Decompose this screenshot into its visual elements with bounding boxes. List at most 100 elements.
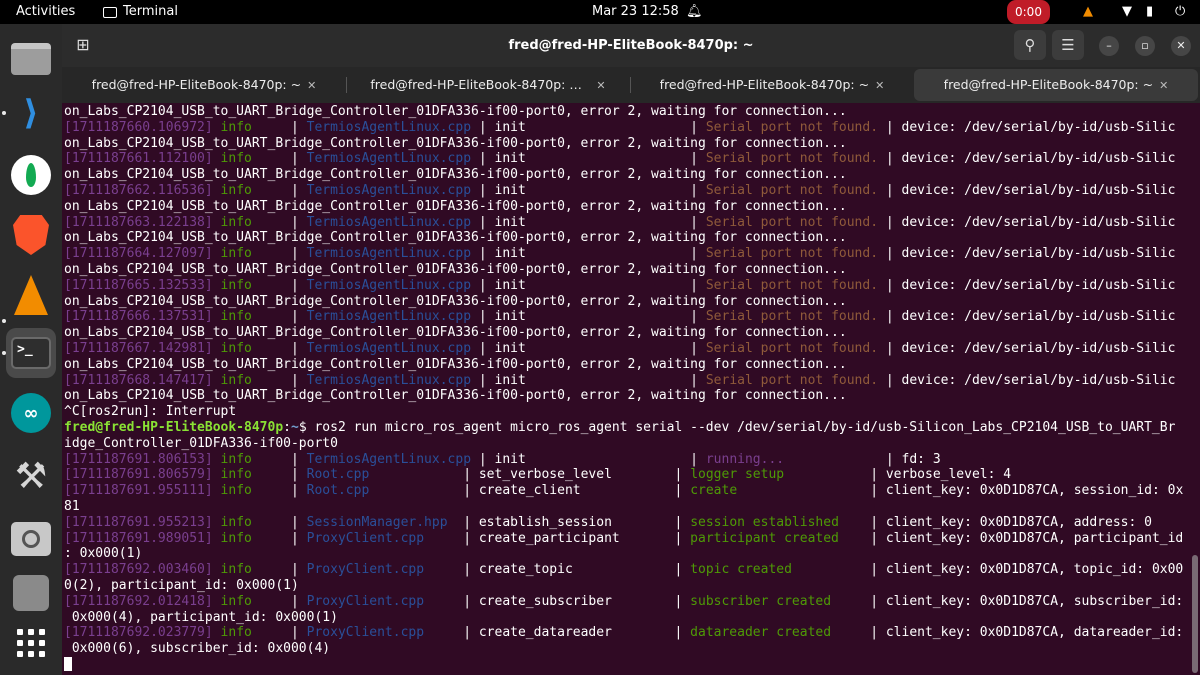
terminal-tab[interactable]: fred@fred-HP-EliteBook-8470p: ~ ✕ [630, 69, 914, 101]
terminal-line: [1711187691.989051] info | ProxyClient.c… [64, 531, 1192, 547]
wifi-icon[interactable]: ▼ [1122, 0, 1132, 24]
terminal-text: ^C[ros2run]: Interrupt [64, 404, 237, 420]
tab-close-icon[interactable]: ✕ [307, 70, 316, 101]
terminal-text: TermiosAgentLinux.cpp [306, 277, 472, 293]
terminal-text: ProxyClient.cpp [306, 593, 425, 609]
tab-label: fred@fred-HP-EliteBook-8470p: ~/r... [370, 77, 591, 92]
terminal-text: TermiosAgentLinux.cpp [306, 119, 472, 135]
terminal-tab[interactable]: fred@fred-HP-EliteBook-8470p: ~/r... ✕ [346, 69, 630, 101]
image-viewer-icon [11, 522, 51, 556]
tab-close-icon[interactable]: ✕ [596, 70, 605, 101]
terminal-text: info [220, 451, 252, 467]
running-indicator [2, 319, 6, 323]
scrollbar[interactable] [1192, 555, 1198, 673]
terminal-text: on_Labs_CP2104_USB_to_UART_Bridge_Contro… [64, 261, 847, 277]
terminal-text: info [220, 530, 252, 546]
terminal-tab[interactable]: fred@fred-HP-EliteBook-8470p: ~ ✕ [62, 69, 346, 101]
terminal-text: | [251, 372, 307, 388]
terminal-text: | device: /dev/serial/by-id/usb-Silic [878, 277, 1176, 293]
terminal-window: fred@fred-HP-EliteBook-8470p: ~ ⊞ ⚲ ☰ – … [62, 24, 1200, 675]
mongodb-dock-icon[interactable] [6, 150, 56, 200]
terminal-output[interactable]: on_Labs_CP2104_USB_to_UART_Bridge_Contro… [62, 103, 1200, 675]
terminal-text: info [220, 340, 252, 356]
files-dock-icon[interactable] [6, 34, 56, 84]
brave-icon [13, 215, 49, 255]
terminal-text: info [220, 151, 252, 167]
terminal-text: [1711187665.132533] [64, 277, 221, 293]
terminal-text: [1711187691.955111] [64, 483, 221, 499]
terminal-text: TermiosAgentLinux.cpp [306, 214, 472, 230]
show-apps-button[interactable] [6, 618, 56, 668]
tab-label: fred@fred-HP-EliteBook-8470p: ~ [659, 77, 870, 92]
terminal-text: TermiosAgentLinux.cpp [306, 246, 472, 262]
terminal-line: [1711187662.116536] info | TermiosAgentL… [64, 183, 1192, 199]
terminal-text: [1711187668.147417] [64, 372, 221, 388]
terminal-text: [1711187691.989051] [64, 530, 221, 546]
terminal-text: info [220, 593, 252, 609]
search-button[interactable]: ⚲ [1014, 30, 1046, 60]
terminal-tab-active[interactable]: fred@fred-HP-EliteBook-8470p: ~ ✕ [914, 69, 1198, 101]
activities-button[interactable]: Activities [16, 0, 75, 24]
terminal-lines: on_Labs_CP2104_USB_to_UART_Bridge_Contro… [64, 104, 1192, 673]
brave-dock-icon[interactable] [6, 210, 56, 260]
files-icon [11, 43, 51, 75]
terminal-text: info [220, 214, 252, 230]
search-icon: ⚲ [1024, 36, 1036, 54]
tab-label: fred@fred-HP-EliteBook-8470p: ~ [91, 77, 302, 92]
terminal-text: idge_Controller_01DFA336-if00-port0 [64, 435, 338, 451]
tab-close-icon[interactable]: ✕ [1159, 70, 1168, 101]
terminal-text: ProxyClient.cpp [306, 625, 425, 641]
terminal-line: 0x000(6), subscriber_id: 0x000(4) [64, 641, 1192, 657]
terminal-text: | create_subscriber | [424, 593, 691, 609]
clock[interactable]: Mar 23 12:58 [592, 0, 679, 24]
terminal-text: [1711187666.137531] [64, 309, 221, 325]
dock: ⟩ >_ ∞ ⚒ [0, 24, 62, 675]
terminal-text: Serial port not found. [705, 182, 879, 198]
terminal-text: | client_key: 0x0D1D87CA, topic_id: 0x00 [791, 562, 1184, 578]
tab-close-icon[interactable]: ✕ [875, 70, 884, 101]
terminal-text: info [220, 277, 252, 293]
terminal-line: [1711187692.023779] info | ProxyClient.c… [64, 625, 1192, 641]
terminal-text: | create_participant | [424, 530, 691, 546]
terminal-text: 0(2), participant_id: 0x000(1) [64, 577, 299, 593]
terminal-dock-icon[interactable]: >_ [6, 328, 56, 378]
terminal-text: info [220, 372, 252, 388]
terminal-text: | init | [471, 246, 706, 262]
power-icon[interactable]: ⏻ [1175, 0, 1185, 24]
tools-dock-icon[interactable]: ⚒ [6, 452, 56, 502]
terminal-text: Serial port not found. [705, 372, 879, 388]
maximize-button[interactable]: ▫ [1135, 36, 1155, 56]
disk-dock-icon[interactable] [6, 568, 56, 618]
tab-label: fred@fred-HP-EliteBook-8470p: ~ [943, 77, 1154, 92]
terminal-text: | [251, 451, 307, 467]
image-viewer-dock-icon[interactable] [6, 514, 56, 564]
terminal-text: | client_key: 0x0D1D87CA, datareader_id: [831, 625, 1184, 641]
app-menu-label: Terminal [123, 4, 178, 19]
terminal-text: | [251, 593, 307, 609]
title-bar[interactable]: fred@fred-HP-EliteBook-8470p: ~ ⊞ ⚲ ☰ – … [62, 24, 1200, 67]
terminal-line: [1711187664.127097] info | TermiosAgentL… [64, 246, 1192, 262]
terminal-text: | device: /dev/serial/by-id/usb-Silic [878, 246, 1176, 262]
arduino-dock-icon[interactable]: ∞ [6, 388, 56, 438]
vlc-dock-icon[interactable] [6, 270, 56, 320]
terminal-text: : 0x000(1) [64, 546, 143, 562]
terminal-text: | client_key: 0x0D1D87CA, address: 0 [838, 514, 1152, 530]
vscode-dock-icon[interactable]: ⟩ [6, 88, 56, 138]
menu-button[interactable]: ☰ [1052, 30, 1084, 60]
minimize-button[interactable]: – [1099, 36, 1119, 56]
close-button[interactable]: ✕ [1171, 36, 1191, 56]
vlc-tray-icon[interactable]: ▲ [1083, 0, 1093, 24]
app-menu-button[interactable]: Terminal [103, 0, 178, 24]
new-tab-button[interactable]: ⊞ [72, 34, 94, 56]
terminal-text: | [251, 340, 307, 356]
terminal-line: on_Labs_CP2104_USB_to_UART_Bridge_Contro… [64, 104, 1192, 120]
terminal-text: | [251, 530, 307, 546]
battery-icon[interactable]: ▮ [1146, 0, 1153, 24]
tools-icon: ⚒ [14, 456, 48, 497]
terminal-text: | [251, 467, 307, 483]
screen-recording-indicator[interactable]: 0:00 [1007, 0, 1050, 24]
terminal-text: | [251, 562, 307, 578]
terminal-text: session established [690, 514, 839, 530]
terminal-line: fred@fred-HP-EliteBook-8470p:~$ ros2 run… [64, 420, 1192, 436]
terminal-text: TermiosAgentLinux.cpp [306, 309, 472, 325]
